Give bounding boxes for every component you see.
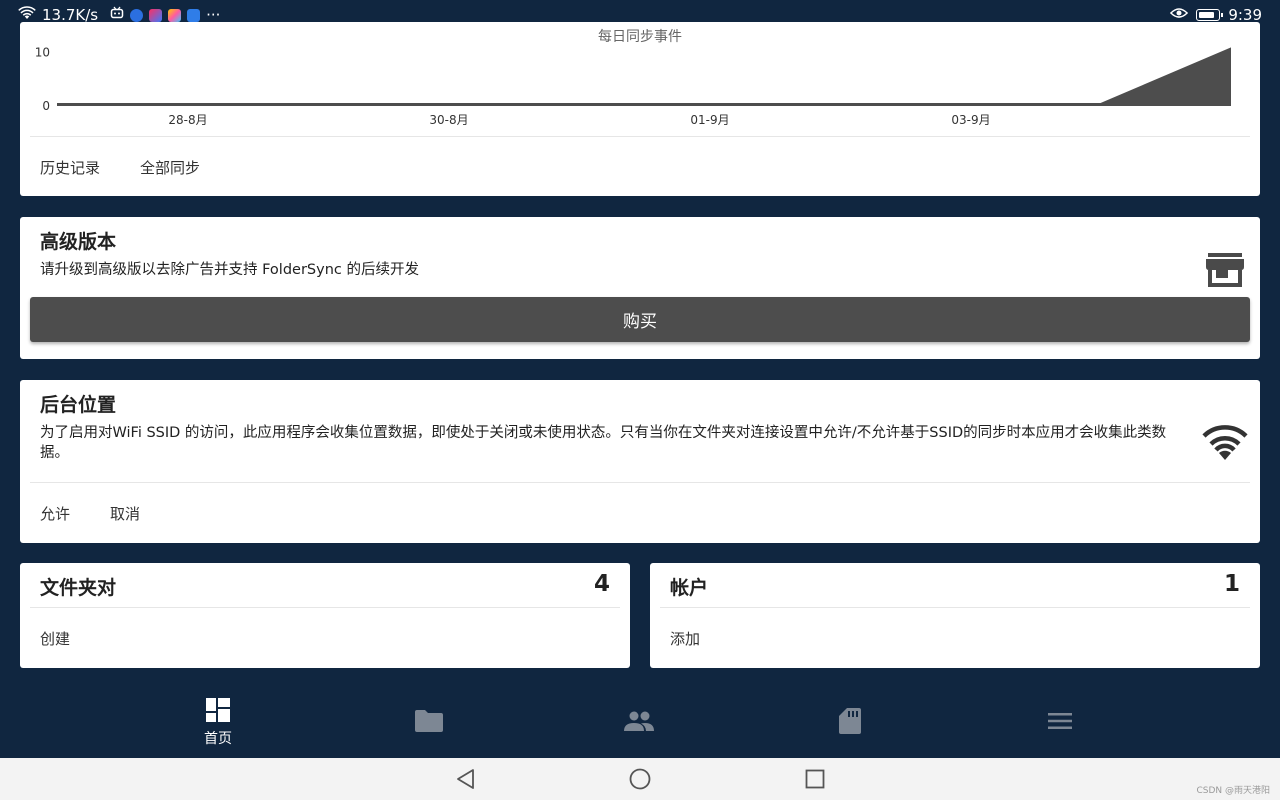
- folderpairs-title: 文件夹对: [40, 577, 117, 599]
- nav-home[interactable]: 首页: [168, 688, 268, 758]
- folderpairs-card[interactable]: 文件夹对 4 创建: [20, 563, 630, 668]
- location-title: 后台位置: [40, 394, 117, 416]
- x-tick-label: 01-9月: [690, 113, 729, 127]
- watermark: CSDN @雨天港阳: [1196, 786, 1270, 796]
- y-tick-label: 0: [42, 99, 50, 113]
- menu-icon: [1048, 712, 1072, 734]
- premium-card: 高级版本 请升级到高级版以去除广告并支持 FolderSync 的后续开发 购买: [20, 217, 1260, 359]
- gallery-app-icon: [168, 8, 182, 22]
- nav-home-label: 首页: [204, 731, 232, 747]
- accounts-count: 1: [1223, 571, 1240, 597]
- divider: [30, 607, 620, 608]
- cancel-button[interactable]: 取消: [110, 503, 140, 524]
- back-icon[interactable]: [455, 768, 475, 794]
- allow-button[interactable]: 允许: [40, 503, 70, 524]
- divider: [30, 136, 1250, 137]
- sync-chart-card: 0 10 28-8月 30-8月 01-9月 03-9月 每日同步事件 历史记录 全部同步: [20, 22, 1260, 196]
- y-tick-label: 10: [35, 46, 50, 60]
- create-folderpair-button[interactable]: 创建: [40, 628, 70, 649]
- sync-all-button[interactable]: 全部同步: [140, 157, 200, 178]
- battery-icon: [1196, 9, 1224, 21]
- people-icon: [624, 711, 654, 735]
- video-app-icon: [149, 8, 163, 22]
- x-tick-label: 28-8月: [168, 113, 207, 127]
- home-circle-icon[interactable]: [629, 768, 651, 794]
- chart-title: 每日同步事件: [598, 29, 682, 45]
- bulb-app-icon: [187, 8, 201, 22]
- folderpairs-count: 4: [593, 571, 610, 597]
- history-button[interactable]: 历史记录: [40, 157, 100, 178]
- cloud-app-icon: [130, 8, 144, 22]
- accounts-title: 帐户: [670, 577, 709, 599]
- dashboard-icon: [206, 698, 230, 726]
- premium-description: 请升级到高级版以去除广告并支持 FolderSync 的后续开发: [40, 262, 419, 278]
- nav-folderpairs[interactable]: [379, 688, 479, 758]
- system-navigation-bar: CSDN @雨天港阳: [0, 758, 1280, 800]
- add-account-button[interactable]: 添加: [670, 628, 700, 649]
- folder-icon: [415, 710, 443, 736]
- accounts-card[interactable]: 帐户 1 添加: [650, 563, 1260, 668]
- store-icon: [1206, 253, 1244, 291]
- nav-accounts[interactable]: [589, 688, 689, 758]
- divider: [30, 482, 1250, 483]
- x-tick-label: 30-8月: [429, 113, 468, 127]
- location-description: 为了启用对WiFi SSID 的访问，此应用程序会收集位置数据，即使处于关闭或未…: [40, 425, 1167, 461]
- wifi-icon: [1202, 425, 1248, 465]
- nav-menu[interactable]: [1010, 688, 1110, 758]
- chart-area-series: [57, 47, 1231, 106]
- background-location-card: 后台位置 为了启用对WiFi SSID 的访问，此应用程序会收集位置数据，即使处…: [20, 380, 1260, 543]
- bottom-navigation: 首页: [0, 688, 1280, 758]
- recents-square-icon[interactable]: [805, 769, 825, 793]
- premium-title: 高级版本: [40, 231, 117, 253]
- x-tick-label: 03-9月: [951, 113, 990, 127]
- divider: [660, 607, 1250, 608]
- nav-filesystem[interactable]: [800, 688, 900, 758]
- sd-card-icon: [839, 708, 861, 738]
- buy-button[interactable]: 购买: [30, 297, 1250, 342]
